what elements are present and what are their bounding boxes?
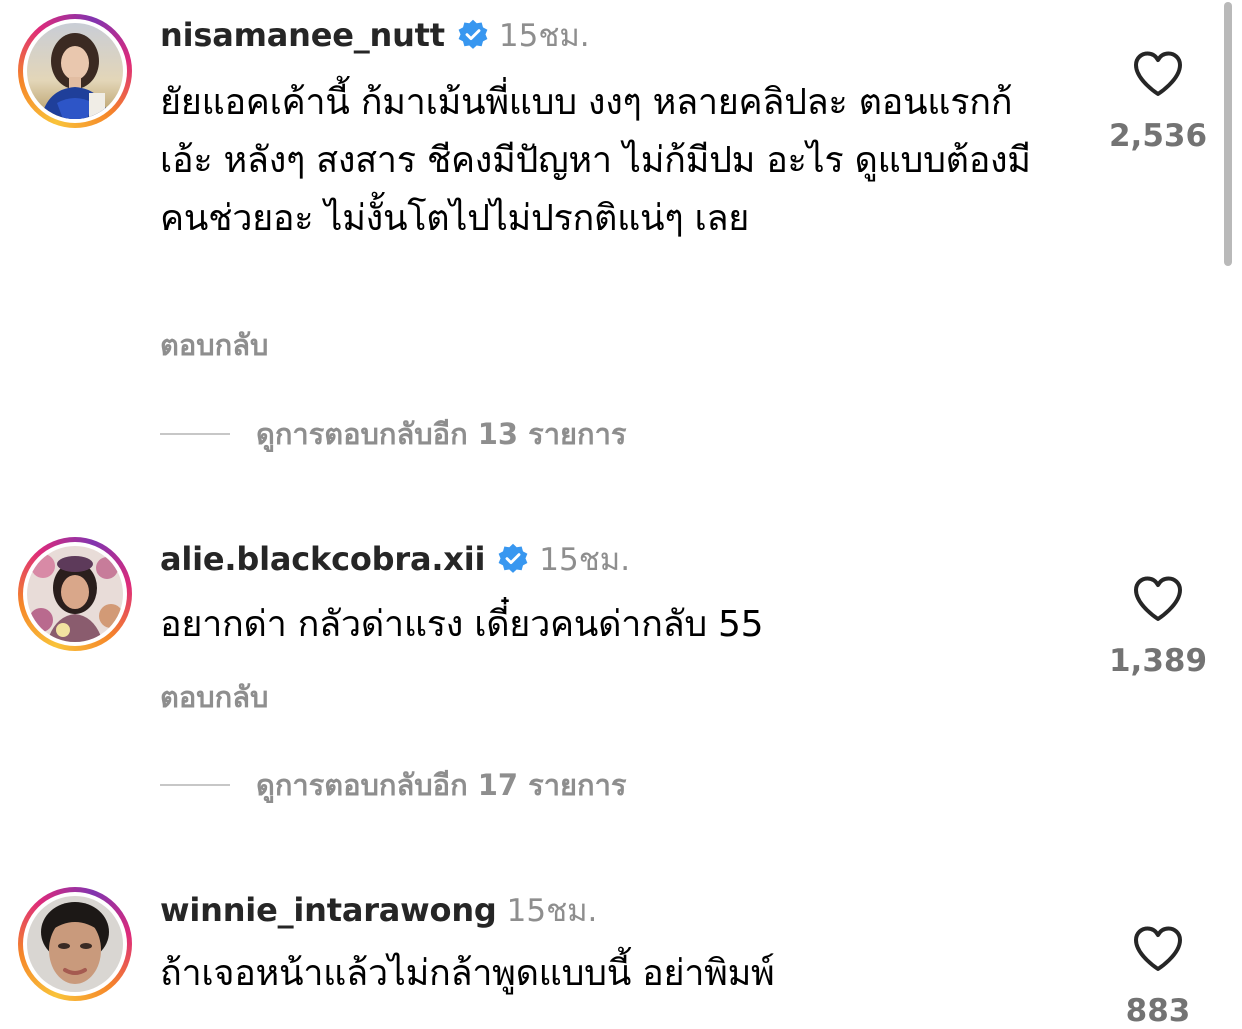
- avatar-image: [27, 896, 123, 992]
- timestamp: 15ชม.: [506, 893, 598, 929]
- scrollbar[interactable]: [1224, 2, 1232, 266]
- avatar[interactable]: [27, 896, 123, 992]
- story-ring[interactable]: [18, 887, 132, 1001]
- username[interactable]: winnie_intarawong: [160, 891, 497, 929]
- like-count: 883: [1125, 993, 1191, 1029]
- comment-item: winnie_intarawong 15ชม. ถ้าเจอหน้าแล้วไม…: [0, 0, 1242, 1029]
- heart-icon[interactable]: [1132, 925, 1184, 973]
- comment-header: winnie_intarawong 15ชม.: [160, 890, 597, 930]
- comment-text: ถ้าเจอหน้าแล้วไม่กล้าพูดแบบนี้ อย่าพิมพ์: [160, 953, 775, 994]
- like-area: 883: [1100, 925, 1216, 1029]
